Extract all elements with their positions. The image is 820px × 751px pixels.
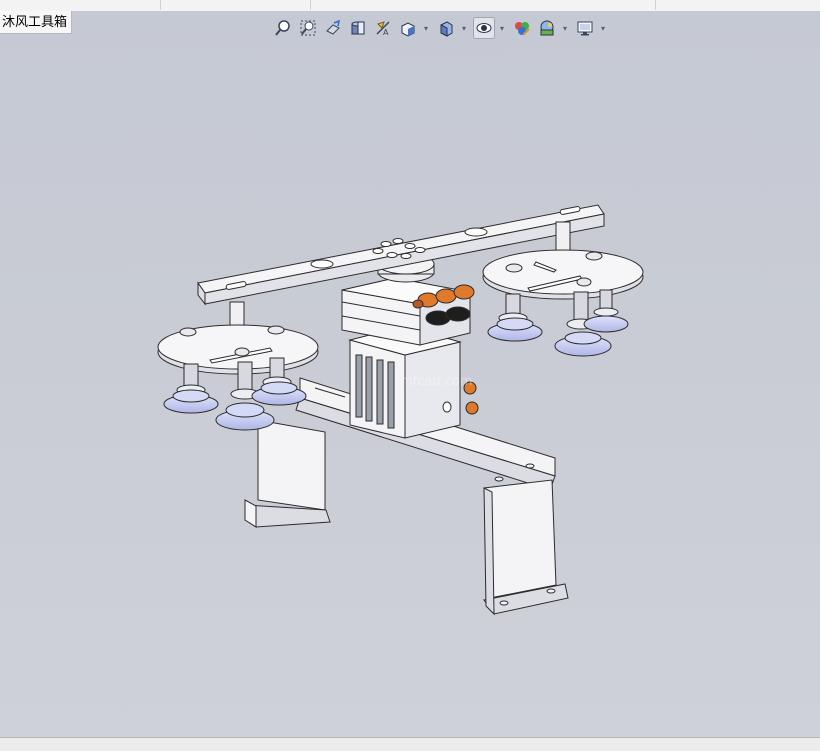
tab-separator <box>160 0 161 10</box>
display-style-icon <box>440 21 453 37</box>
edit-appearance-icon <box>515 22 530 36</box>
section-view-button[interactable] <box>347 17 369 39</box>
edit-appearance-button[interactable] <box>511 17 533 39</box>
zoom-to-area-button[interactable] <box>297 17 319 39</box>
zoom-to-fit-button[interactable] <box>272 17 294 39</box>
svg-text:A: A <box>383 28 389 37</box>
tab-separator <box>310 0 311 10</box>
view-orientation-icon <box>401 22 415 37</box>
apply-scene-button[interactable] <box>536 17 558 39</box>
hide-show-items-icon <box>476 23 492 33</box>
suction-cup <box>487 293 543 342</box>
apply-scene-icon <box>540 20 554 36</box>
watermark-text: mfcad.com <box>400 374 473 389</box>
dynamic-annotation-button[interactable]: A <box>372 17 394 39</box>
heads-up-view-toolbar: A ▾ ▾ ▾ ▾ ▾ <box>272 14 612 42</box>
view-orientation-button[interactable] <box>397 17 419 39</box>
display-style-button[interactable] <box>435 17 457 39</box>
tab-label[interactable]: 沐风工具箱 <box>0 11 73 34</box>
dynamic-annotation-icon: A <box>376 21 390 37</box>
watermark: mfcad.com <box>400 374 473 389</box>
bottom-status-strip <box>0 737 820 751</box>
view-orientation-dropdown[interactable]: ▾ <box>422 17 430 39</box>
view-settings-button[interactable] <box>574 17 596 39</box>
zoom-to-fit-icon <box>275 20 290 36</box>
tab-separator <box>655 0 656 10</box>
right-vacuum-disc <box>482 249 644 357</box>
hide-show-items-button[interactable] <box>473 17 495 39</box>
model-viewport: mfcad.com <box>157 204 644 616</box>
view-settings-dropdown[interactable]: ▾ <box>599 17 607 39</box>
section-view-icon <box>351 21 365 35</box>
previous-view-icon <box>326 19 341 35</box>
zoom-to-area-icon <box>300 20 316 36</box>
graphics-viewport[interactable]: mfcad.com <box>0 11 820 737</box>
apply-scene-dropdown[interactable]: ▾ <box>561 17 569 39</box>
hide-show-items-dropdown[interactable]: ▾ <box>498 17 506 39</box>
view-settings-icon <box>577 21 593 36</box>
left-vacuum-disc <box>157 324 319 431</box>
previous-view-button[interactable] <box>322 17 344 39</box>
display-style-dropdown[interactable]: ▾ <box>460 17 468 39</box>
